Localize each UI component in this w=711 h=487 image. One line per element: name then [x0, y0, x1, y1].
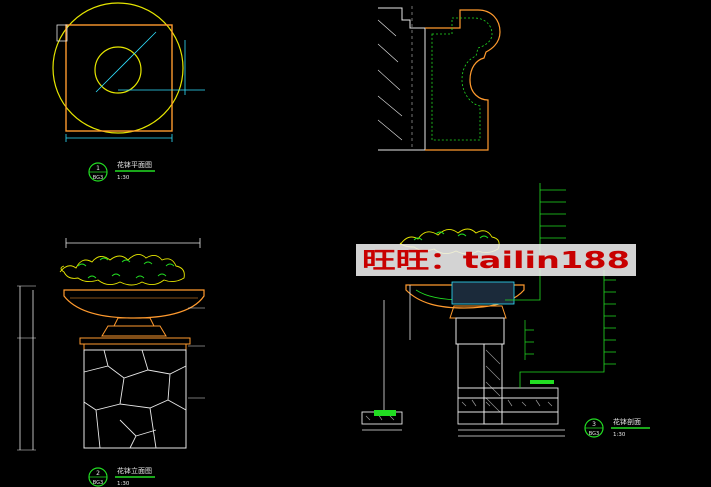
elev-view-number: 2 — [96, 470, 100, 477]
elev-view-code: BG3 — [93, 480, 103, 486]
elev-pedestal-base — [101, 325, 167, 337]
section-ground-layer-3 — [457, 411, 559, 425]
section-ground-layer-1 — [457, 387, 559, 399]
elev-bowl — [63, 289, 205, 319]
plan-view-number: 1 — [96, 165, 100, 172]
watermark: 旺旺：tailin188 — [356, 244, 636, 276]
section-leader-mid — [524, 320, 534, 360]
plan-view-title: 花钵平面图 — [117, 160, 152, 169]
section-green-marker-2 — [530, 380, 554, 384]
section-title-block: 3 BG3 花钵剖面 1:30 — [584, 417, 650, 438]
section-column-upper — [455, 317, 505, 345]
elevation-title-block: 2 BG3 花钵立面图 1:30 — [88, 466, 155, 487]
plan-title-block: 1 BG3 花钵平面图 1:30 — [88, 160, 155, 182]
watermark-text: 旺旺：tailin188 — [362, 248, 630, 274]
cad-drawing-canvas: 1 BG3 花钵平面图 1:30 2 BG3 花钵立面图 1:30 3 BG3 … — [17, 2, 650, 487]
plan-radius-dim — [95, 31, 157, 93]
section-leader-ticks-top — [540, 189, 566, 239]
section-core-hatch — [485, 349, 501, 413]
elev-view-scale: 1:30 — [117, 481, 130, 487]
section-view-code: BG3 — [589, 431, 599, 437]
elev-column-cap — [79, 337, 191, 345]
section-leader-right — [519, 270, 605, 388]
plan-view — [52, 2, 205, 142]
plan-view-code: BG3 — [93, 175, 103, 181]
section-view — [361, 183, 616, 437]
elev-stone-column — [83, 349, 187, 449]
molding-profile-detail — [377, 6, 501, 151]
plan-square-base — [65, 24, 173, 132]
molding-inner-profile — [431, 17, 493, 141]
plan-view-scale: 1:30 — [117, 175, 130, 181]
section-view-title: 花钵剖面 — [613, 417, 641, 426]
section-leader-ticks-right — [604, 279, 616, 365]
elev-view-title: 花钵立面图 — [117, 466, 152, 475]
elev-foliage-outline — [59, 254, 185, 286]
elevation-view — [17, 238, 205, 451]
molding-wall-outline — [378, 7, 426, 151]
molding-hatch — [377, 19, 403, 141]
elev-stone-joints — [83, 349, 187, 449]
section-gravel-hatch — [461, 399, 553, 407]
plan-outer-circle — [52, 2, 184, 134]
section-view-scale: 1:30 — [613, 432, 626, 438]
elev-column-cap-lower — [83, 343, 187, 351]
molding-profile-outline — [425, 9, 501, 151]
section-green-marker — [374, 410, 396, 416]
elev-pedestal-neck — [113, 317, 155, 327]
section-bowl-fill-hatch — [451, 281, 515, 305]
section-foliage-detail — [413, 231, 489, 241]
section-column-lower — [457, 343, 503, 389]
elev-plant-foliage — [59, 254, 185, 286]
section-view-number: 3 — [592, 421, 596, 428]
